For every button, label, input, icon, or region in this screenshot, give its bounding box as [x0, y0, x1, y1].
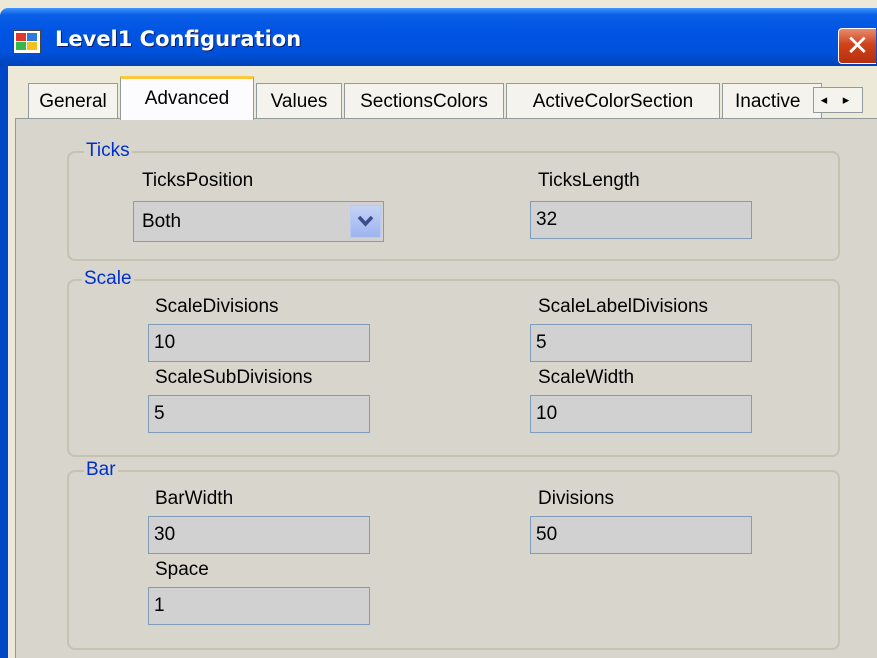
ticks-position-select[interactable]: Both — [133, 201, 384, 242]
scale-label-divisions-label: ScaleLabelDivisions — [538, 296, 709, 317]
title-bar[interactable]: Level1 Configuration — [0, 8, 877, 66]
window-title: Level1 Configuration — [55, 27, 302, 51]
window-border — [0, 66, 8, 658]
ticks-length-label: TicksLength — [538, 170, 640, 191]
tab-inactive[interactable]: Inactive — [722, 83, 822, 119]
tab-values[interactable]: Values — [256, 83, 342, 119]
scale-label-divisions-field[interactable]: 5 — [530, 324, 752, 362]
space-label: Space — [155, 559, 209, 580]
bar-divisions-field[interactable]: 50 — [530, 516, 752, 554]
app-icon — [13, 30, 41, 54]
ticks-position-value: Both — [142, 211, 182, 232]
scale-group-title: Scale — [82, 268, 134, 290]
space-field[interactable]: 1 — [148, 587, 370, 625]
tab-scroll-arrows[interactable]: ◂ ▸ — [813, 87, 863, 113]
bar-group-title: Bar — [84, 459, 118, 481]
configuration-window: Level1 Configuration ✕ General Advanced … — [0, 0, 877, 658]
tab-active-color-section[interactable]: ActiveColorSection — [506, 83, 720, 119]
bar-divisions-label: Divisions — [538, 488, 615, 509]
tab-general[interactable]: General — [28, 83, 118, 119]
bar-width-label: BarWidth — [155, 488, 234, 509]
scale-divisions-label: ScaleDivisions — [155, 296, 279, 317]
bar-width-field[interactable]: 30 — [148, 516, 370, 554]
chevron-down-icon[interactable] — [350, 205, 381, 238]
tab-advanced[interactable]: Advanced — [120, 76, 254, 120]
tab-sections-colors[interactable]: SectionsColors — [344, 83, 504, 119]
ticks-length-field[interactable]: 32 — [530, 201, 752, 239]
scale-sub-divisions-label: ScaleSubDivisions — [155, 367, 313, 388]
close-icon[interactable]: ✕ — [838, 28, 876, 64]
scale-width-label: ScaleWidth — [538, 367, 635, 388]
scale-width-field[interactable]: 10 — [530, 395, 752, 433]
ticks-position-label: TicksPosition — [142, 170, 254, 191]
scale-sub-divisions-field[interactable]: 5 — [148, 395, 370, 433]
ticks-group-title: Ticks — [84, 140, 132, 162]
scale-divisions-field[interactable]: 10 — [148, 324, 370, 362]
